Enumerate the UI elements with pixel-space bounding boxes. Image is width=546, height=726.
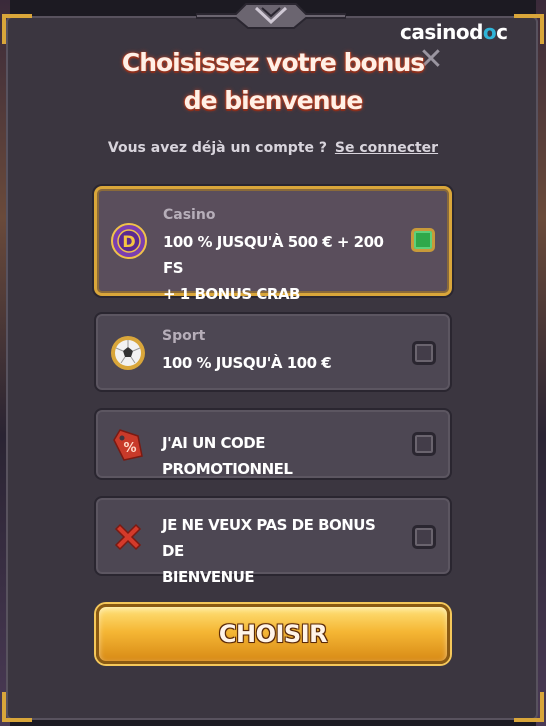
bonus-option-promo-code[interactable]: % J'AI UN CODE PROMOTIONNEL (94, 408, 452, 480)
option-category: Casino (163, 207, 216, 223)
option-text: J'AI UN CODE PROMOTIONNEL (162, 434, 293, 478)
soccer-ball-icon (111, 336, 145, 370)
svg-text:D: D (122, 232, 135, 251)
option-checkbox[interactable] (412, 432, 436, 456)
corner-ornament (2, 14, 32, 44)
option-checkbox[interactable] (412, 341, 436, 365)
option-checkbox[interactable] (412, 525, 436, 549)
option-category: Sport (162, 328, 206, 344)
option-text: 100 % JUSQU'À 500 € + 200 FS + 1 BONUS C… (163, 233, 384, 303)
crest-ornament-icon (196, 3, 346, 29)
login-prompt-text: Vous avez déjà un compte ? (107, 140, 328, 156)
bonus-option-sport[interactable]: Sport 100 % JUSQU'À 100 € (94, 312, 452, 392)
bonus-option-no-bonus[interactable]: JE NE VEUX PAS DE BONUS DE BIENVENUE (94, 496, 452, 586)
red-x-icon (114, 523, 142, 551)
bonus-option-casino[interactable]: D Casino 100 % JUSQU'À 500 € + 200 FS + … (94, 186, 452, 303)
casino-coin-icon: D (111, 223, 147, 259)
corner-ornament (2, 692, 32, 722)
corner-ornament (514, 692, 544, 722)
option-text: JE NE VEUX PAS DE BONUS DE BIENVENUE (162, 516, 376, 586)
casinodoc-logo: casinodoc (400, 20, 508, 44)
svg-text:%: % (123, 441, 136, 456)
option-text: 100 % JUSQU'À 100 € (162, 354, 332, 372)
login-prompt: Vous avez déjà un compte ? Se connecter (0, 140, 546, 156)
option-checkbox-checked[interactable] (411, 228, 435, 252)
promo-tag-icon: % (113, 429, 143, 461)
modal-title: Choisissez votre bonus de bienvenue (121, 48, 425, 115)
choose-button[interactable]: CHOISIR (96, 604, 450, 664)
corner-ornament (514, 14, 544, 44)
login-link[interactable]: Se connecter (335, 140, 438, 156)
